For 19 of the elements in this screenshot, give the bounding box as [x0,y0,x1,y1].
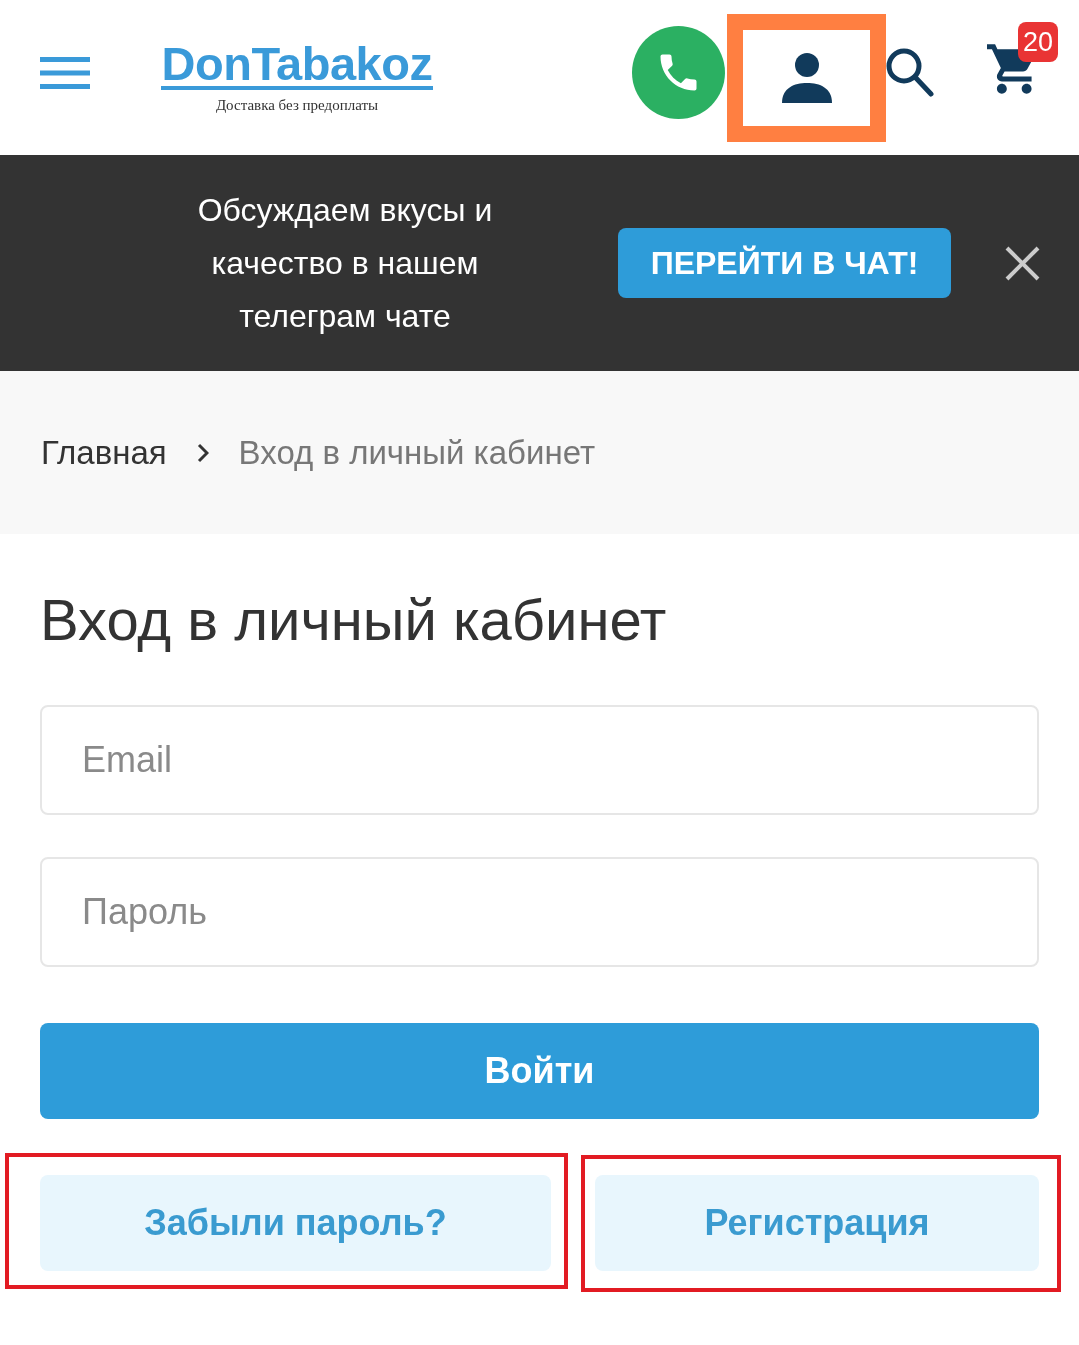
banner-text: Обсуждаем вкусы и качество в нашем телеграм чате [196,190,494,336]
email-field[interactable]: Email [40,705,1039,815]
breadcrumb-current: Вход в личный кабинет [238,432,595,473]
page-title: Вход в личный кабинет [40,586,668,654]
chevron-icon [196,442,209,463]
chat-button[interactable]: ПЕРЕЙТИ В ЧАТ! [618,228,951,298]
person-icon[interactable] [781,52,832,103]
close-icon[interactable] [1005,245,1040,281]
cart-badge: 20 [1018,21,1058,62]
forgot-password-button[interactable]: Забыли пароль? [40,1175,551,1271]
logo-tagline: Доставка без предоплаты [215,95,379,114]
breadcrumb-link[interactable]: Главная [41,432,167,473]
search-icon[interactable] [886,47,934,98]
phone-icon[interactable] [632,26,725,119]
register-button[interactable]: Регистрация [595,1175,1039,1271]
menu-icon[interactable] [40,56,90,89]
login-button[interactable]: Войти [40,1023,1039,1119]
logo[interactable]: DonTabakoz [160,41,434,90]
password-field[interactable]: Пароль [40,857,1039,967]
